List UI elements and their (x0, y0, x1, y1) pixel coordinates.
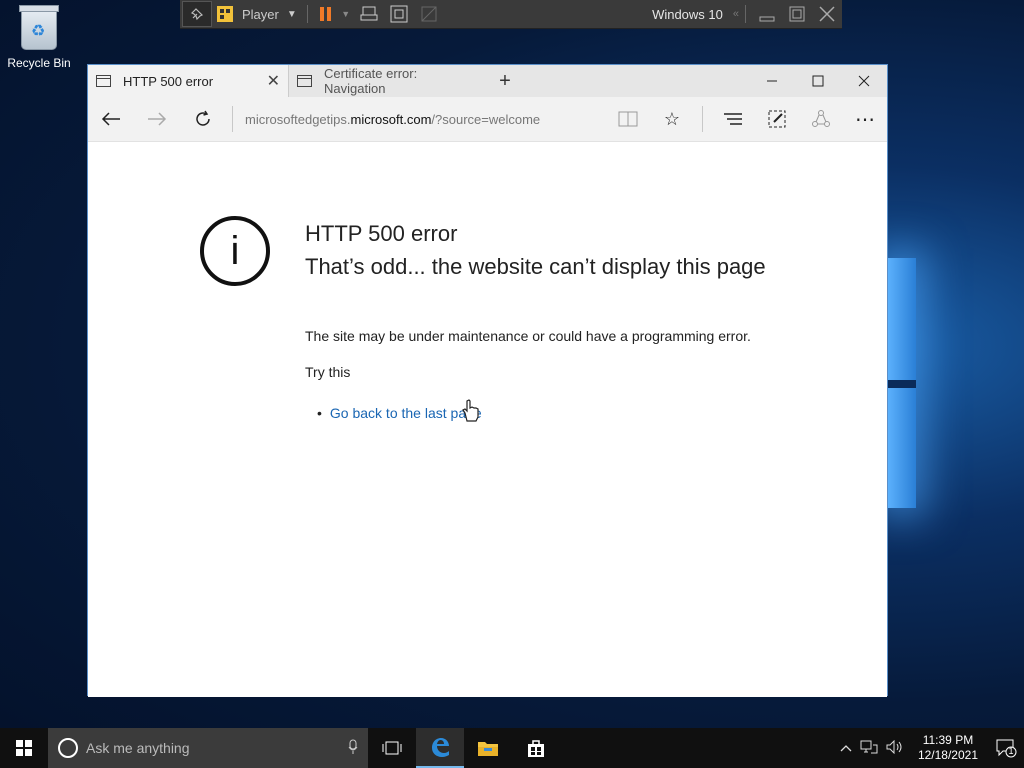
forward-icon[interactable] (134, 97, 180, 141)
error-heading: That’s odd... the website can’t display … (305, 254, 766, 279)
toolbar-divider (745, 5, 746, 23)
unity-icon (414, 0, 444, 28)
new-tab-button[interactable]: + (488, 65, 522, 97)
recycle-bin[interactable]: ♻ Recycle Bin (6, 5, 72, 70)
notification-count: 1 (1008, 746, 1014, 756)
address-domain: microsoft.com (350, 111, 432, 127)
file-explorer-icon[interactable] (464, 728, 512, 768)
bullet-icon: • (317, 405, 322, 421)
address-suffix: /?source=welcome (431, 111, 541, 127)
pin-icon[interactable] (182, 1, 212, 27)
clock-date: 12/18/2021 (917, 748, 978, 762)
wallpaper-logo-gap (886, 380, 916, 388)
reading-view-icon[interactable] (606, 97, 650, 141)
player-menu-label: Player (242, 6, 279, 22)
refresh-icon[interactable] (180, 97, 226, 141)
web-note-icon[interactable] (755, 97, 799, 141)
toolbar-actions: ☆ ⋯ (606, 97, 887, 141)
pause-dropdown-icon[interactable]: ▼ (338, 0, 354, 28)
go-back-list-item: • Go back to the last page (317, 405, 482, 421)
pause-icon[interactable] (314, 0, 338, 28)
collapse-icon[interactable]: « (733, 8, 739, 20)
page-content: i HTTP 500 error That’s odd... the websi… (88, 142, 887, 697)
error-description: The site may be under maintenance or cou… (305, 328, 751, 344)
task-view-icon[interactable] (368, 728, 416, 768)
edge-browser-window: HTTP 500 error ✕ Certificate error: Navi… (87, 64, 888, 697)
start-icon[interactable] (0, 728, 48, 768)
window-controls (749, 65, 887, 97)
clock[interactable]: 11:39 PM 12/18/2021 (908, 733, 988, 763)
back-icon[interactable] (88, 97, 134, 141)
info-icon: i (200, 216, 270, 286)
tab-http-500-error[interactable]: HTTP 500 error ✕ (88, 65, 288, 97)
restore-icon[interactable] (782, 0, 812, 28)
send-ctrl-alt-del-icon[interactable] (354, 0, 384, 28)
hand-cursor-icon (460, 399, 482, 429)
chevron-up-icon[interactable] (836, 741, 856, 755)
network-icon[interactable] (856, 740, 882, 757)
recycle-bin-icon: ♻ (19, 5, 59, 50)
recycle-bin-label: Recycle Bin (7, 56, 71, 70)
action-center-icon[interactable]: 1 (988, 738, 1024, 758)
more-icon[interactable]: ⋯ (843, 97, 887, 141)
tab-label: HTTP 500 error (123, 73, 214, 89)
chevron-down-icon: ▼ (286, 8, 297, 20)
store-icon[interactable] (512, 728, 560, 768)
favorite-star-icon[interactable]: ☆ (650, 97, 694, 141)
minimize-icon[interactable] (752, 0, 782, 28)
clock-time: 11:39 PM (922, 733, 974, 747)
go-back-link[interactable]: Go back to the last page (330, 405, 482, 421)
share-icon[interactable] (799, 97, 843, 141)
toolbar-divider (306, 5, 308, 23)
search-placeholder: Ask me anything (86, 740, 190, 756)
error-title: HTTP 500 error (305, 221, 458, 246)
hub-icon[interactable] (711, 97, 755, 141)
close-button[interactable] (841, 65, 887, 97)
volume-icon[interactable] (882, 739, 908, 757)
close-icon[interactable] (812, 0, 842, 28)
navigation-bar: microsoftedgetips.microsoft.com/?source=… (88, 97, 887, 142)
player-menu-button[interactable]: Player ▼ (238, 0, 301, 28)
maximize-button[interactable] (795, 65, 841, 97)
taskbar: Ask me anything 11:39 PM 12/18/2021 1 (0, 728, 1024, 768)
try-this-label: Try this (305, 364, 351, 380)
minimize-button[interactable] (749, 65, 795, 97)
address-prefix: microsoftedgetips. (245, 111, 351, 127)
fullscreen-icon[interactable] (384, 0, 414, 28)
toolbar-divider (702, 106, 703, 132)
player-icon (212, 0, 238, 28)
vm-player-toolbar: Player ▼ ▼ Windows 10 « (180, 0, 842, 29)
page-icon (297, 75, 312, 87)
address-bar[interactable]: microsoftedgetips.microsoft.com/?source=… (239, 112, 615, 127)
microphone-icon[interactable] (348, 739, 358, 758)
address-divider (232, 106, 233, 132)
cortana-search-box[interactable]: Ask me anything (48, 728, 368, 768)
close-icon[interactable]: ✕ (267, 71, 280, 91)
tab-bar: HTTP 500 error ✕ Certificate error: Navi… (88, 65, 887, 97)
system-tray: 11:39 PM 12/18/2021 1 (836, 728, 1024, 768)
vm-name: Windows 10 (652, 6, 723, 22)
tab-label: Certificate error: Navigation (324, 66, 418, 96)
tab-certificate-error[interactable]: Certificate error: Navigation (288, 65, 488, 97)
cortana-icon (58, 738, 78, 758)
page-icon (96, 75, 111, 87)
edge-icon[interactable] (416, 728, 464, 768)
